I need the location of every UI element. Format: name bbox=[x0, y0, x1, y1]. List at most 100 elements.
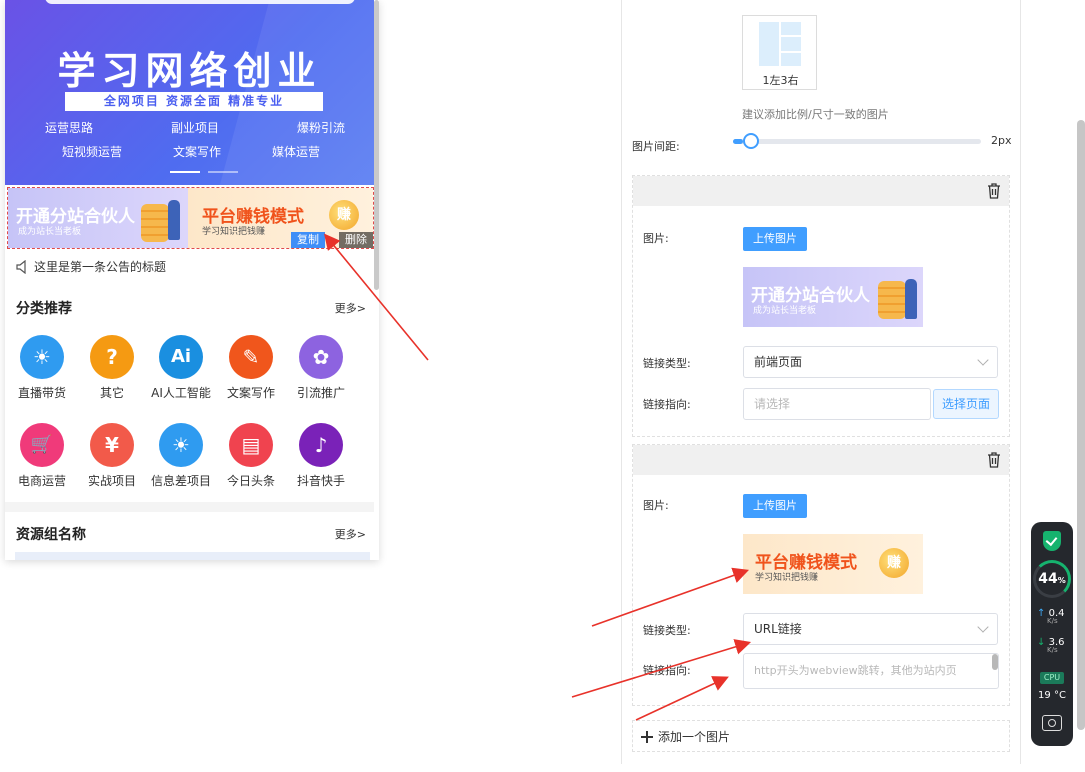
hero-tag: 短视频运营 bbox=[62, 145, 123, 159]
carousel-dots bbox=[170, 171, 238, 173]
notice-text: 这里是第一条公告的标题 bbox=[34, 260, 167, 274]
category-item[interactable]: ☀ 直播带货 bbox=[7, 335, 77, 401]
category-icon: ¥ bbox=[90, 423, 134, 467]
chevron-down-icon bbox=[977, 354, 989, 366]
carousel-dot[interactable] bbox=[208, 171, 238, 173]
category-item[interactable]: Ai AI人工智能 bbox=[146, 335, 216, 401]
link-type-value: URL链接 bbox=[754, 622, 802, 636]
trash-icon[interactable] bbox=[987, 452, 1001, 468]
link-type-select[interactable]: URL链接 bbox=[743, 613, 998, 645]
category-icon: ☀ bbox=[20, 335, 64, 379]
resource-more-link[interactable]: 更多> bbox=[335, 526, 366, 542]
banner-subtitle: 学习知识把钱赚 bbox=[202, 227, 266, 237]
delete-button[interactable]: 删除 bbox=[339, 232, 373, 248]
carousel-dot-active[interactable] bbox=[170, 171, 200, 173]
hero-title: 学习网络创业 bbox=[57, 49, 322, 93]
card-header bbox=[633, 445, 1009, 475]
hero-banner[interactable]: 学习网络创业 全网项目 资源全面 精准专业 运营思路 副业项目 爆粉引流 短视频… bbox=[5, 0, 374, 185]
plus-icon bbox=[641, 731, 653, 743]
image-label: 图片: bbox=[643, 232, 669, 245]
category-label: 抖音快手 bbox=[296, 474, 345, 488]
image-banner-group[interactable]: 开通分站合伙人 成为站长当老板 平台赚钱模式 学习知识把钱赚 赚 复制 删除 bbox=[7, 187, 374, 249]
category-title: 分类推荐 bbox=[16, 301, 72, 317]
trash-icon[interactable] bbox=[987, 183, 1001, 199]
category-item[interactable]: ? 其它 bbox=[77, 335, 147, 401]
notice-bar[interactable]: 这里是第一条公告的标题 bbox=[15, 258, 166, 275]
resource-header: 资源组名称 更多> bbox=[16, 524, 366, 544]
category-label: 实战项目 bbox=[87, 474, 136, 488]
arrow-up-icon: ↑ bbox=[1037, 608, 1046, 619]
link-type-select[interactable]: 前端页面 bbox=[743, 346, 998, 378]
category-item[interactable]: ♪ 抖音快手 bbox=[286, 423, 356, 489]
category-more-link[interactable]: 更多> bbox=[335, 300, 366, 316]
coin-stack-icon bbox=[141, 204, 169, 242]
cpu-temperature: 19 °C bbox=[1038, 690, 1066, 701]
person-figure-icon bbox=[168, 200, 180, 240]
image-label: 图片: bbox=[643, 499, 669, 512]
add-image-button[interactable]: 添加一个图片 bbox=[632, 720, 1010, 752]
chevron-down-icon bbox=[977, 621, 989, 633]
speaker-icon bbox=[16, 259, 26, 274]
upload-image-button[interactable]: 上传图片 bbox=[743, 494, 807, 518]
shield-check-icon bbox=[1043, 531, 1061, 551]
hero-tag: 运营思路 bbox=[45, 121, 94, 135]
upload-speed: ↑ 0.4 K/s bbox=[1037, 608, 1065, 625]
page-scrollbar[interactable] bbox=[1077, 120, 1085, 730]
category-item[interactable]: ☀ 信息差项目 bbox=[146, 423, 216, 489]
banner-subtitle: 成为站长当老板 bbox=[753, 306, 817, 316]
coin-icon: 赚 bbox=[879, 548, 909, 578]
banner-subtitle: 成为站长当老板 bbox=[18, 227, 82, 237]
spacing-slider-fill bbox=[733, 139, 743, 144]
spacing-slider-track[interactable] bbox=[733, 139, 981, 144]
section-divider bbox=[5, 502, 374, 512]
upload-image-button[interactable]: 上传图片 bbox=[743, 227, 807, 251]
select-page-button[interactable]: 选择页面 bbox=[933, 389, 999, 419]
banner-earn[interactable]: 平台赚钱模式 学习知识把钱赚 赚 复制 删除 bbox=[188, 188, 373, 248]
image-preview-earn[interactable]: 平台赚钱模式 学习知识把钱赚 赚 bbox=[743, 534, 923, 594]
category-icon: ✎ bbox=[229, 335, 273, 379]
category-label: 其它 bbox=[99, 386, 124, 400]
link-type-label: 链接类型: bbox=[643, 624, 691, 637]
layout-label: 1左3右 bbox=[762, 74, 799, 87]
preview-scrollbar[interactable] bbox=[374, 0, 379, 290]
banner-partner[interactable]: 开通分站合伙人 成为站长当老板 bbox=[8, 188, 188, 248]
category-label: 引流推广 bbox=[296, 386, 345, 400]
coin-stack-icon bbox=[878, 281, 906, 319]
category-item[interactable]: ✿ 引流推广 bbox=[286, 335, 356, 401]
link-target-label: 链接指向: bbox=[643, 398, 691, 411]
category-item[interactable]: 🛒 电商运营 bbox=[7, 423, 77, 489]
resource-title: 资源组名称 bbox=[16, 527, 86, 543]
phone-preview: 学习网络创业 全网项目 资源全面 精准专业 运营思路 副业项目 爆粉引流 短视频… bbox=[5, 0, 379, 560]
category-item[interactable]: ¥ 实战项目 bbox=[77, 423, 147, 489]
link-target-input[interactable]: 请选择 bbox=[743, 388, 931, 420]
resource-content-edge bbox=[15, 552, 370, 560]
image-preview-partner[interactable]: 开通分站合伙人 成为站长当老板 bbox=[743, 267, 923, 327]
add-image-label: 添加一个图片 bbox=[658, 730, 731, 744]
category-label: 文案写作 bbox=[226, 386, 275, 400]
category-label: AI人工智能 bbox=[151, 386, 211, 400]
textarea-scrollbar[interactable] bbox=[992, 654, 998, 670]
screenshot-camera-icon[interactable] bbox=[1042, 715, 1062, 731]
category-item[interactable]: ▤ 今日头条 bbox=[216, 423, 286, 489]
copy-button[interactable]: 复制 bbox=[291, 232, 325, 248]
category-item[interactable]: ✎ 文案写作 bbox=[216, 335, 286, 401]
category-label: 电商运营 bbox=[17, 474, 66, 488]
hero-tag: 媒体运营 bbox=[271, 145, 320, 159]
link-url-placeholder: http开头为webview跳转，其他为站内页 bbox=[754, 664, 957, 677]
link-target-label: 链接指向: bbox=[643, 664, 691, 677]
spacing-slider-handle[interactable] bbox=[742, 133, 759, 149]
coin-icon: 赚 bbox=[329, 200, 359, 230]
link-url-textarea[interactable]: http开头为webview跳转，其他为站内页 bbox=[743, 653, 999, 689]
system-monitor-widget[interactable]: 44% ↑ 0.4 K/s ↓ 3.6 K/s CPU 19 °C bbox=[1031, 522, 1073, 746]
category-label: 信息差项目 bbox=[150, 474, 211, 488]
arrow-down-icon: ↓ bbox=[1037, 637, 1046, 648]
category-icon: ✿ bbox=[299, 335, 343, 379]
search-bar[interactable] bbox=[45, 0, 355, 4]
layout-option[interactable]: 1左3右 bbox=[742, 15, 817, 90]
layout-grid-icon bbox=[759, 22, 801, 66]
spacing-value: 2px bbox=[991, 134, 1012, 147]
link-type-value: 前端页面 bbox=[754, 355, 803, 369]
download-speed: ↓ 3.6 K/s bbox=[1037, 637, 1065, 654]
category-icon: ☀ bbox=[159, 423, 203, 467]
hero-tag: 文案写作 bbox=[172, 145, 221, 159]
